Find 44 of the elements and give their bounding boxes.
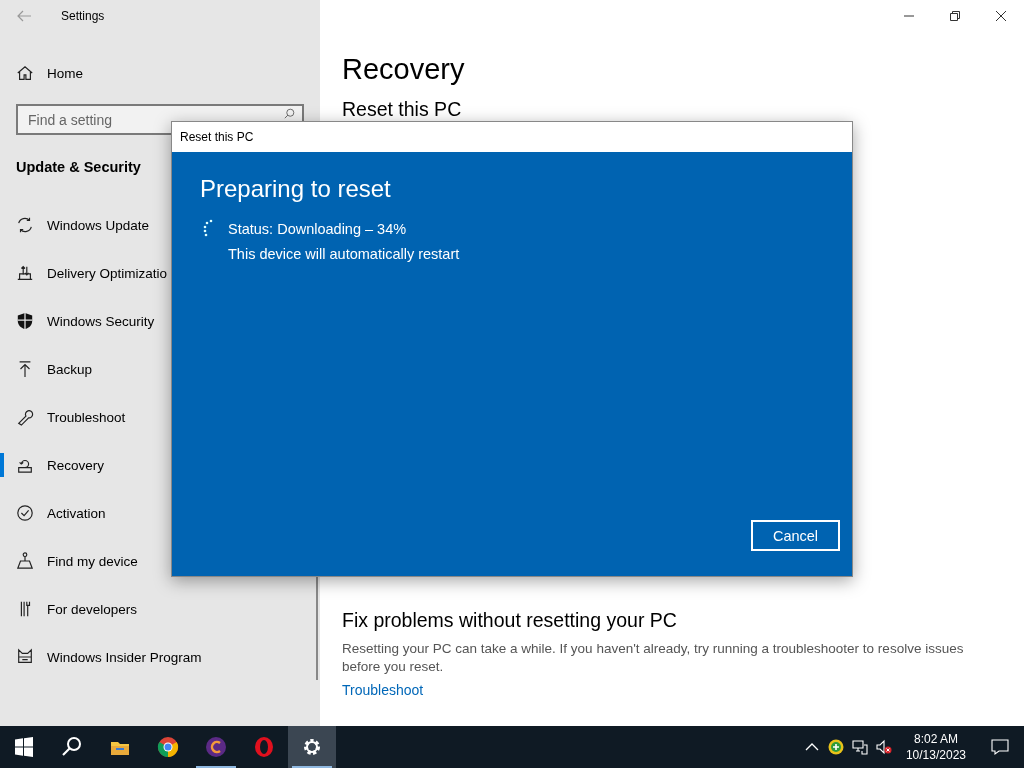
sidebar-item[interactable]: Windows Insider Program bbox=[0, 633, 320, 681]
windows-logo-icon bbox=[12, 735, 36, 759]
close-icon bbox=[996, 11, 1006, 21]
clock[interactable]: 8:02 AM 10/13/2023 bbox=[899, 731, 972, 763]
section-heading: Update & Security bbox=[16, 158, 142, 177]
taskbar-app-button[interactable] bbox=[288, 726, 336, 768]
notification-icon[interactable] bbox=[991, 738, 1009, 756]
troubleshoot-link[interactable]: Troubleshoot bbox=[342, 682, 424, 698]
network-icon[interactable] bbox=[851, 739, 868, 755]
muted-speaker-icon[interactable] bbox=[875, 739, 892, 755]
home-link[interactable]: Home bbox=[0, 57, 320, 89]
status-text: Status: Downloading – 34% bbox=[228, 220, 408, 239]
sidebar-item[interactable]: Recovery bbox=[0, 441, 320, 489]
description-text: Resetting your PC can take a while. If you haven't already, try running a troubleshooter to resolve issues before you reset. bbox=[342, 640, 965, 676]
person-pin-icon bbox=[16, 552, 34, 570]
sidebar-item[interactable]: For developers bbox=[0, 585, 320, 633]
sidebar-item[interactable]: Activation bbox=[0, 489, 320, 537]
scrollbar-thumb[interactable] bbox=[316, 576, 318, 680]
page-title: Recovery bbox=[342, 52, 466, 87]
sync-icon bbox=[16, 216, 34, 234]
c-logo-icon bbox=[204, 735, 228, 759]
sidebar-item[interactable]: Troubleshoot bbox=[0, 393, 320, 441]
restart-note: This device will automatically restart bbox=[228, 245, 460, 264]
window-title: Settings bbox=[61, 9, 105, 23]
plus-badge-icon[interactable] bbox=[827, 739, 844, 755]
dialog-heading: Preparing to reset bbox=[200, 174, 392, 204]
upload-tray-icon bbox=[16, 264, 34, 282]
spinner-icon bbox=[202, 219, 214, 237]
ring-logo-icon bbox=[252, 735, 276, 759]
sidebar-item[interactable]: Windows Security bbox=[0, 297, 320, 345]
section-heading: Reset this PC bbox=[342, 97, 463, 121]
shield-icon bbox=[16, 312, 34, 330]
section-heading: Fix problems without resetting your PC bbox=[342, 608, 678, 632]
selection-indicator bbox=[0, 453, 4, 477]
check-circle-icon bbox=[16, 504, 34, 522]
cat-icon bbox=[16, 648, 34, 666]
round-logo-icon bbox=[156, 735, 180, 759]
wrench-icon bbox=[16, 408, 34, 426]
restore-icon bbox=[950, 11, 960, 21]
search-icon bbox=[284, 108, 295, 119]
cancel-button[interactable]: Cancel bbox=[751, 520, 840, 551]
sidebar-item[interactable]: Backup bbox=[0, 345, 320, 393]
sidebar-item[interactable]: Find my device bbox=[0, 537, 320, 585]
home-icon bbox=[16, 64, 34, 82]
